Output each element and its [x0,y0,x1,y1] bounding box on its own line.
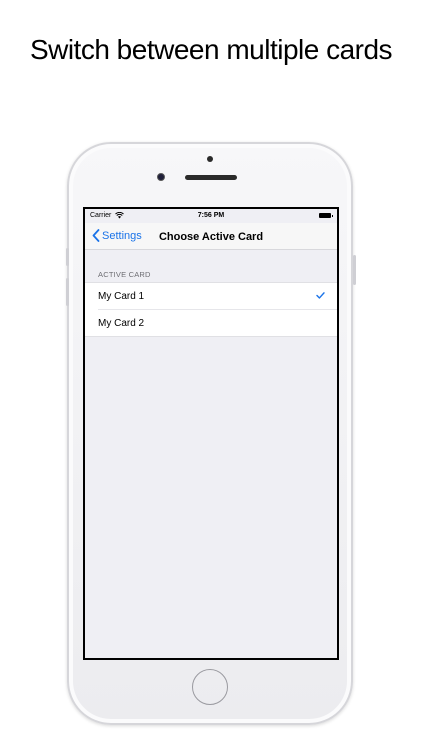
page-title: Choose Active Card [158,231,264,243]
volume-down-button [66,278,69,306]
status-bar: Carrier 7:56 PM [85,209,337,223]
headline: Switch between multiple cards [29,34,393,65]
list-item-label: My Card 1 [98,290,145,302]
side-button [353,255,356,285]
home-button[interactable] [192,669,228,705]
phone-screen: Carrier 7:56 PM Settings Choose Active C… [83,207,339,660]
clock: 7:56 PM [197,212,225,219]
list-item-my-card-1[interactable]: My Card 1 [85,283,337,309]
earpiece-speaker [185,175,237,180]
card-list: My Card 1 My Card 2 [85,282,337,337]
front-camera [157,173,165,181]
proximity-sensor [207,156,213,162]
checkmark-icon [316,292,325,299]
navigation-bar: Settings Choose Active Card [85,223,337,250]
list-item-my-card-2[interactable]: My Card 2 [98,309,337,336]
list-item-label: My Card 2 [98,317,145,329]
battery-icon [319,213,333,218]
section-header: ACTIVE CARD [98,270,151,279]
volume-up-button [66,248,69,266]
